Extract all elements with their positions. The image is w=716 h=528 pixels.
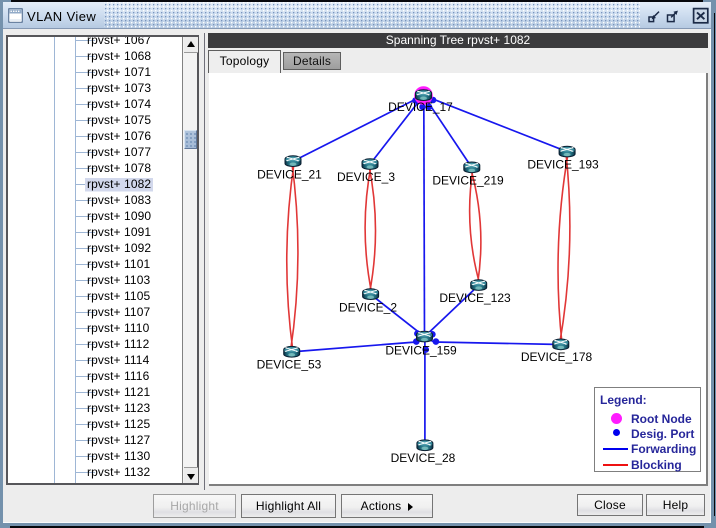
- svg-text:DEVICE_3: DEVICE_3: [337, 170, 395, 184]
- svg-text:DEVICE_21: DEVICE_21: [257, 168, 322, 182]
- svg-text:DEVICE_2: DEVICE_2: [339, 301, 397, 315]
- svg-text:DEVICE_17: DEVICE_17: [388, 100, 453, 114]
- svg-text:DEVICE_28: DEVICE_28: [391, 451, 456, 465]
- svg-text:DEVICE_178: DEVICE_178: [521, 350, 593, 364]
- svg-text:DEVICE_193: DEVICE_193: [527, 158, 599, 172]
- svg-text:DEVICE_123: DEVICE_123: [439, 291, 511, 305]
- svg-text:DEVICE_219: DEVICE_219: [432, 174, 504, 188]
- svg-text:DEVICE_159: DEVICE_159: [385, 343, 457, 357]
- svg-text:DEVICE_53: DEVICE_53: [257, 358, 322, 372]
